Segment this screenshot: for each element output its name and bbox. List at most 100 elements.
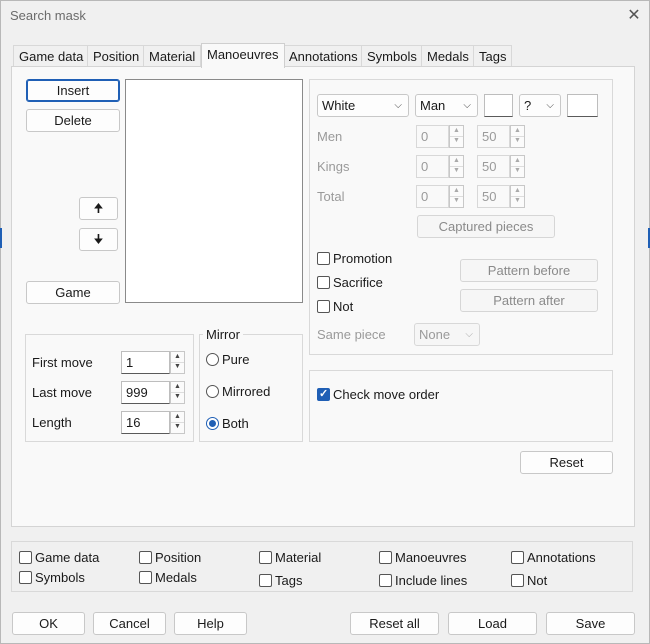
save-button[interactable]: Save — [546, 612, 635, 635]
total-label: Total — [317, 189, 345, 204]
total-max-stepper[interactable]: ▲ ▼ — [510, 185, 525, 208]
mirror-both-radio[interactable] — [206, 417, 219, 430]
total-min-input[interactable]: 0 — [416, 185, 449, 208]
include-symbols-label[interactable]: Symbols — [35, 570, 85, 585]
include-annotations-checkbox[interactable] — [511, 551, 524, 564]
mirror-pure-label[interactable]: Pure — [222, 352, 249, 367]
last-move-label: Last move — [32, 385, 92, 400]
edge-accent-left — [0, 228, 2, 248]
mirror-both-label[interactable]: Both — [222, 416, 249, 431]
piece-type-value: Man — [420, 98, 446, 113]
promotion-checkbox[interactable] — [317, 252, 330, 265]
include-manoeuvres-label[interactable]: Manoeuvres — [395, 550, 467, 565]
include-lines-label[interactable]: Include lines — [395, 573, 467, 588]
kings-min-input[interactable]: 0 — [416, 155, 449, 178]
men-label: Men — [317, 129, 343, 144]
include-game-data-checkbox[interactable] — [19, 551, 32, 564]
last-move-stepper[interactable]: ▲ ▼ — [170, 381, 185, 404]
first-move-stepper[interactable]: ▲ ▼ — [170, 351, 185, 374]
color-select-value: White — [322, 98, 356, 113]
sacrifice-label[interactable]: Sacrifice — [333, 275, 383, 290]
kings-max-stepper[interactable]: ▲ ▼ — [510, 155, 525, 178]
total-min-stepper[interactable]: ▲ ▼ — [449, 185, 464, 208]
window-title: Search mask — [10, 8, 86, 23]
chevron-down-icon: ⌵ — [546, 100, 554, 111]
pattern-before-button[interactable]: Pattern before — [460, 259, 598, 282]
same-piece-select[interactable]: None ⌵ — [414, 323, 480, 346]
close-icon[interactable]: ✕ — [624, 6, 644, 26]
tab-annotations[interactable]: Annotations — [283, 45, 364, 67]
check-move-order-checkbox[interactable] — [317, 387, 330, 401]
last-move-input[interactable]: 999 — [121, 381, 170, 404]
mirror-mirrored-label[interactable]: Mirrored — [222, 384, 270, 399]
include-medals-label[interactable]: Medals — [155, 570, 197, 585]
insert-button[interactable]: Insert — [26, 79, 120, 102]
tab-position[interactable]: Position — [87, 45, 146, 67]
include-not-checkbox[interactable] — [511, 574, 524, 587]
include-manoeuvres-checkbox[interactable] — [379, 551, 392, 564]
chevron-down-icon: ⌵ — [463, 100, 471, 111]
pattern-after-button[interactable]: Pattern after — [460, 289, 598, 312]
operator-value: ? — [524, 98, 532, 113]
include-not-label[interactable]: Not — [527, 573, 547, 588]
move-down-icon[interactable]: 🠋 — [79, 228, 118, 251]
include-symbols-checkbox[interactable] — [19, 571, 32, 584]
men-min-input[interactable]: 0 — [416, 125, 449, 148]
men-max-stepper[interactable]: ▲ ▼ — [510, 125, 525, 148]
kings-min-stepper[interactable]: ▲ ▼ — [449, 155, 464, 178]
same-piece-label: Same piece — [317, 327, 386, 342]
tab-material[interactable]: Material — [143, 45, 202, 67]
include-annotations-label[interactable]: Annotations — [527, 550, 596, 565]
operator-select[interactable]: ? ⌵ — [519, 94, 561, 117]
promotion-label[interactable]: Promotion — [333, 251, 392, 266]
load-button[interactable]: Load — [448, 612, 537, 635]
move-order-group — [309, 370, 613, 442]
tab-symbols[interactable]: Symbols — [361, 45, 423, 67]
mirror-title: Mirror — [203, 327, 243, 342]
piece-type-select[interactable]: Man ⌵ — [415, 94, 478, 117]
length-input[interactable]: 16 — [121, 411, 170, 434]
tab-manoeuvres[interactable]: Manoeuvres — [201, 43, 285, 68]
include-tags-label[interactable]: Tags — [275, 573, 302, 588]
men-max-input[interactable]: 50 — [477, 125, 510, 148]
delete-button[interactable]: Delete — [26, 109, 120, 132]
ok-button[interactable]: OK — [12, 612, 85, 635]
not-checkbox[interactable] — [317, 300, 330, 313]
sacrifice-checkbox[interactable] — [317, 276, 330, 289]
reset-button[interactable]: Reset — [520, 451, 613, 474]
kings-max-input[interactable]: 50 — [477, 155, 510, 178]
manoeuvre-list[interactable] — [125, 79, 303, 303]
tab-medals[interactable]: Medals — [421, 45, 475, 67]
first-move-input[interactable]: 1 — [121, 351, 170, 374]
include-tags-checkbox[interactable] — [259, 574, 272, 587]
tab-game-data[interactable]: Game data — [13, 45, 90, 67]
captured-pieces-button[interactable]: Captured pieces — [417, 215, 555, 238]
square-to-input[interactable] — [567, 94, 598, 117]
include-game-data-label[interactable]: Game data — [35, 550, 99, 565]
move-up-icon[interactable]: 🠉 — [79, 197, 118, 220]
help-button[interactable]: Help — [174, 612, 247, 635]
chevron-down-icon: ⌵ — [394, 100, 402, 111]
include-material-checkbox[interactable] — [259, 551, 272, 564]
length-label: Length — [32, 415, 72, 430]
include-medals-checkbox[interactable] — [139, 571, 152, 584]
same-piece-value: None — [419, 327, 451, 342]
mirror-pure-radio[interactable] — [206, 353, 219, 366]
men-min-stepper[interactable]: ▲ ▼ — [449, 125, 464, 148]
not-label[interactable]: Not — [333, 299, 353, 314]
mirror-mirrored-radio[interactable] — [206, 385, 219, 398]
total-max-input[interactable]: 50 — [477, 185, 510, 208]
cancel-button[interactable]: Cancel — [93, 612, 166, 635]
reset-all-button[interactable]: Reset all — [350, 612, 439, 635]
tab-tags[interactable]: Tags — [473, 45, 513, 67]
check-move-order-label[interactable]: Check move order — [333, 387, 439, 402]
color-select[interactable]: White ⌵ — [317, 94, 409, 117]
include-position-checkbox[interactable] — [139, 551, 152, 564]
game-button[interactable]: Game — [26, 281, 120, 304]
include-lines-checkbox[interactable] — [379, 574, 392, 587]
square-from-input[interactable] — [484, 94, 513, 117]
chevron-down-icon: ⌵ — [465, 329, 473, 340]
include-material-label[interactable]: Material — [275, 550, 321, 565]
include-position-label[interactable]: Position — [155, 550, 201, 565]
length-stepper[interactable]: ▲ ▼ — [170, 411, 185, 434]
